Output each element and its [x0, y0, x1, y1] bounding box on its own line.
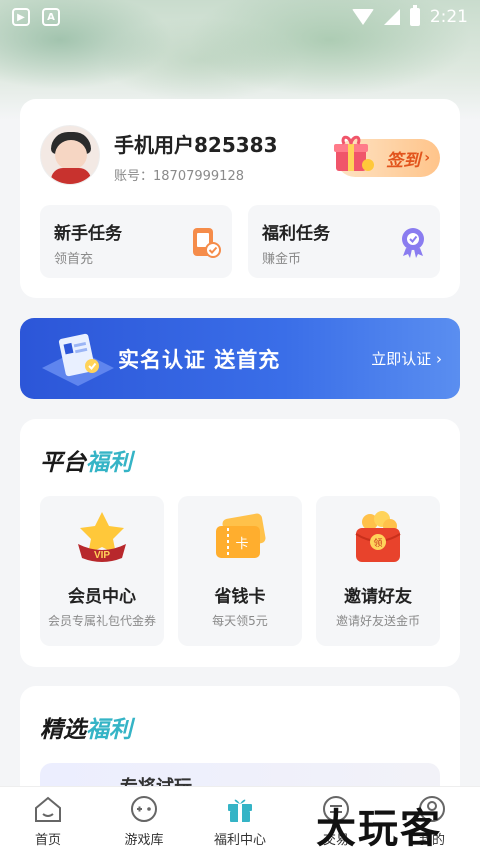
- welfare-task-card[interactable]: 福利任务 赚金币: [248, 205, 440, 278]
- real-name-banner[interactable]: 实名认证 送首充 立即认证 ›: [20, 318, 460, 399]
- welfare-item-title: 会员中心: [68, 587, 136, 607]
- status-time: 2:21: [429, 7, 468, 27]
- section-title: 精选福利: [40, 710, 132, 744]
- signal-icon: [383, 9, 400, 25]
- profile-card: 手机用户825383 账号：18707999128 签到 › 新手任务 领首充 …: [20, 99, 460, 298]
- task-title: 新手任务: [54, 224, 122, 244]
- id-card-icon: [42, 333, 114, 386]
- home-icon: [35, 796, 61, 822]
- nav-home[interactable]: 首页: [0, 787, 96, 853]
- nav-label: 游戏库: [124, 833, 164, 848]
- card-badge: 卡: [235, 537, 248, 552]
- nav-label: 福利中心: [213, 833, 266, 848]
- savings-card-item[interactable]: 卡 省钱卡 每天领5元: [178, 496, 302, 646]
- signin-gift-icon: [334, 135, 374, 171]
- medal-icon: [402, 228, 424, 258]
- task-title: 福利任务: [262, 224, 330, 244]
- welfare-item-subtitle: 每天领5元: [212, 614, 268, 628]
- envelope-badge: 领: [373, 537, 382, 549]
- notification-a-icon: A: [42, 8, 60, 26]
- signin-chevron-icon: ›: [424, 150, 430, 166]
- welfare-item-title: 省钱卡: [214, 587, 266, 607]
- task-subtitle: 领首充: [54, 252, 94, 267]
- section-title-accent: 福利: [86, 717, 132, 743]
- welfare-item-title: 邀请好友: [344, 587, 412, 607]
- play-icon: ▶: [12, 8, 30, 26]
- wifi-icon: [351, 9, 374, 25]
- tablet-check-icon: [193, 228, 221, 258]
- signin-button[interactable]: 签到 ›: [334, 135, 440, 177]
- gamepad-icon: [131, 796, 157, 822]
- username: 手机用户825383: [114, 133, 278, 157]
- watermark-logo: 大玩客: [316, 805, 442, 852]
- nav-game-library[interactable]: 游戏库: [96, 787, 192, 853]
- nav-welfare-center[interactable]: 福利中心: [192, 787, 288, 853]
- battery-icon: [409, 5, 420, 26]
- verify-now-link[interactable]: 立即认证 ›: [371, 348, 442, 369]
- gift-icon: [228, 799, 252, 822]
- welfare-item-subtitle: 会员专属礼包代金券: [47, 614, 156, 628]
- task-subtitle: 赚金币: [262, 252, 302, 267]
- card-icon: 卡: [216, 513, 266, 558]
- vip-icon: VIP: [78, 512, 126, 562]
- newbie-task-card[interactable]: 新手任务 领首充: [40, 205, 232, 278]
- section-title-main: 平台: [40, 450, 86, 476]
- section-title: 平台福利: [40, 443, 132, 477]
- avatar[interactable]: [40, 125, 100, 185]
- platform-welfare-card: 平台福利 VIP 会员中心 会员专属礼包代金券 卡 省钱卡 每天领5元 领 邀请…: [20, 419, 460, 667]
- signin-label: 签到: [386, 150, 421, 171]
- account-number: 账号：18707999128: [114, 169, 244, 184]
- section-title-main: 精选: [40, 717, 86, 743]
- nav-label: 首页: [34, 833, 61, 848]
- status-bar: ▶ A 2:21: [0, 0, 480, 34]
- invite-friends-item[interactable]: 领 邀请好友 邀请好友送金币: [316, 496, 440, 646]
- section-title-accent: 福利: [86, 450, 132, 476]
- vip-badge: VIP: [94, 550, 110, 561]
- red-envelope-icon: 领: [355, 511, 401, 562]
- member-center-item[interactable]: VIP 会员中心 会员专属礼包代金券: [40, 496, 164, 646]
- welfare-item-subtitle: 邀请好友送金币: [335, 614, 420, 628]
- banner-title: 实名认证 送首充: [118, 348, 281, 372]
